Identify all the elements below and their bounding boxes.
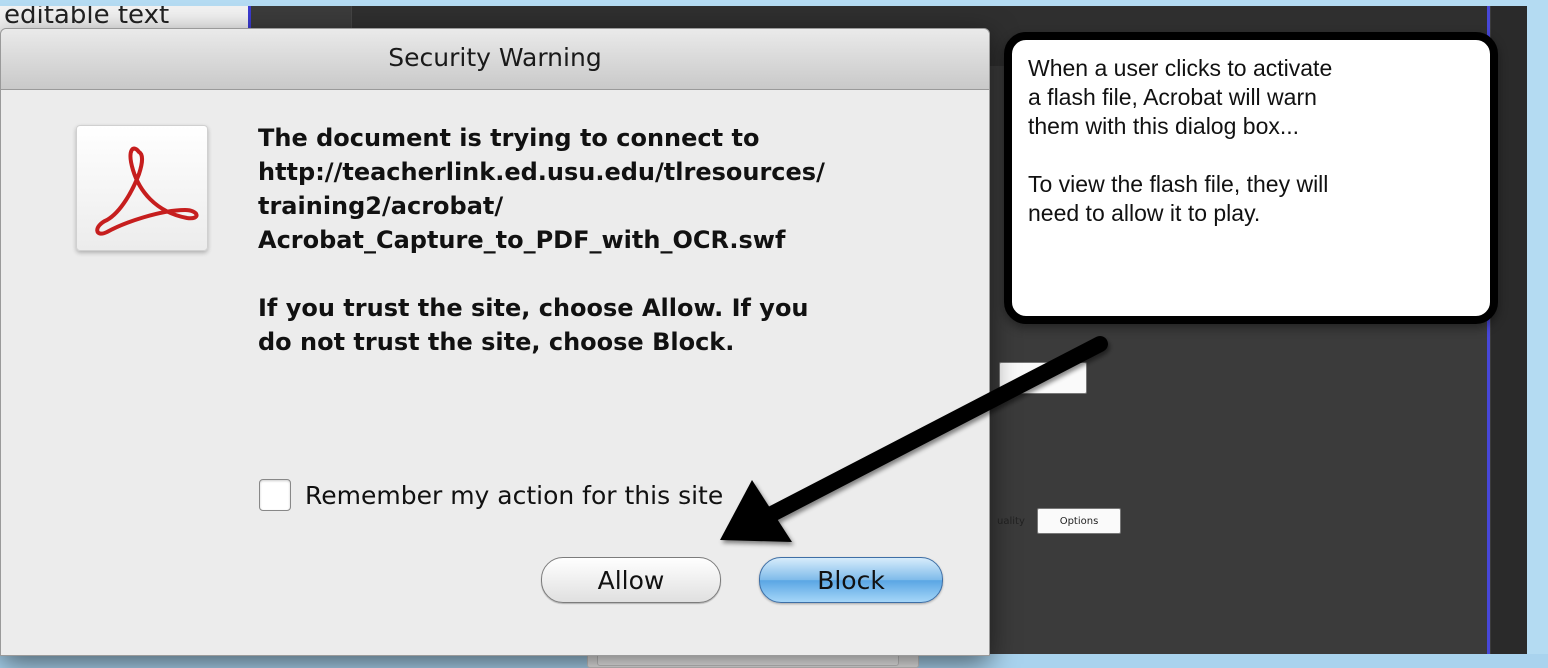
callout-arrow (720, 336, 1108, 542)
arrow-graphic (720, 336, 1108, 542)
arrow-shaft (762, 336, 1108, 523)
